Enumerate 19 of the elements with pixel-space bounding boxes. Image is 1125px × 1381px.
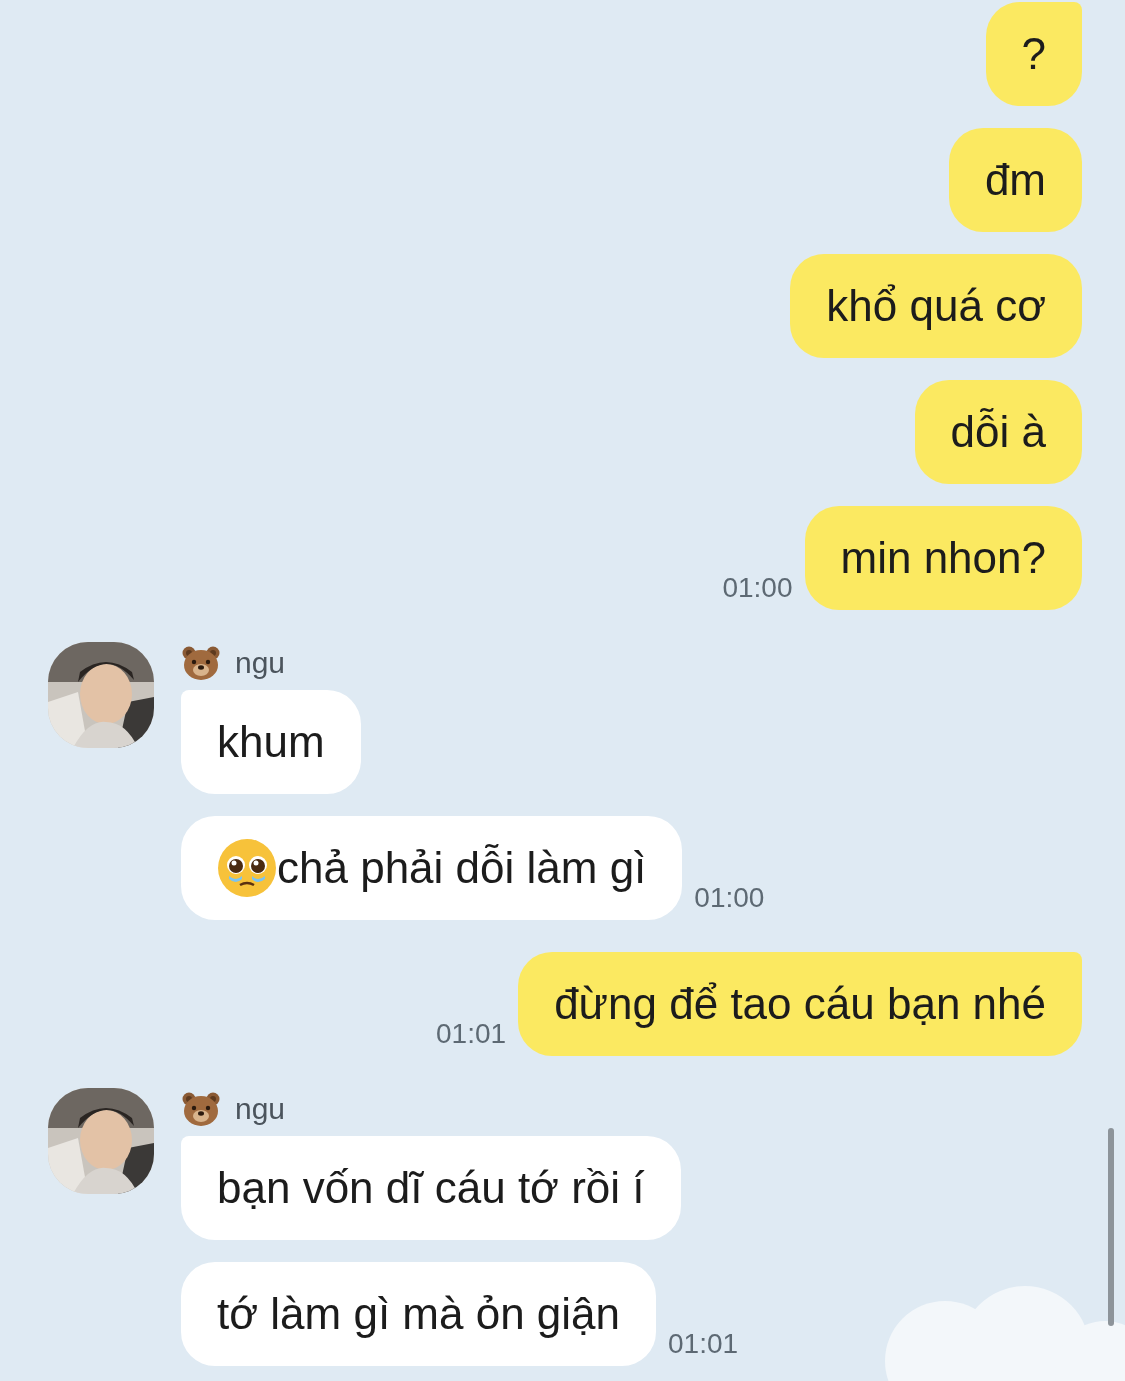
message-bubble: min nhon? [804,506,1082,610]
message-bubble: chả phải dỗi làm gì [181,816,683,920]
message-time: 01:01 [436,1020,507,1051]
message-time: 01:01 [668,1330,739,1361]
sender-name: ngu [235,1094,286,1124]
message-bubble: tớ làm gì mà ỏn giận [181,1262,657,1366]
scroll-bar[interactable] [1108,1128,1114,1326]
message-bubble: khổ quá cơ [790,254,1082,358]
bear-face-icon [181,645,221,681]
message-bubble: dỗi à [914,380,1082,484]
message-bubble: ? [985,2,1082,106]
message-time: 01:00 [694,884,765,915]
message-time: 01:00 [722,574,793,605]
message-bubble: đừng để tao cáu bạn nhé [518,952,1082,1056]
message-bubble: bạn vốn dĩ cáu tớ rồi í [181,1136,681,1240]
message-bubble: khum [181,690,361,794]
sender-name: ngu [235,648,286,678]
message-bubble: đm [948,128,1082,232]
bear-face-icon [181,1091,221,1127]
